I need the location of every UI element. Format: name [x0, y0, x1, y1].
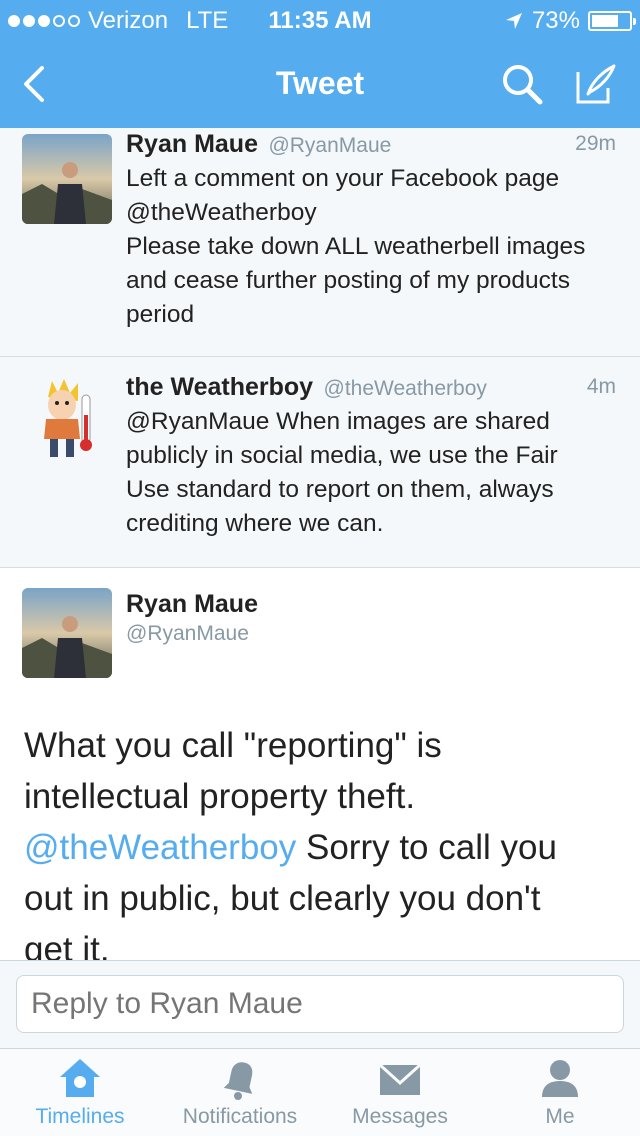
avatar[interactable] — [22, 375, 112, 465]
tweet-timestamp: 4m — [586, 375, 616, 398]
tweet-text-line: intellectual property theft. — [24, 777, 416, 816]
tweet-text-line: and cease further posting of my products — [126, 267, 570, 294]
tweet-detail: Ryan Maue @RyanMaue What you call "repor… — [0, 568, 640, 961]
tweet-text-line: Please take down ALL weatherbell images — [126, 233, 586, 260]
tab-label: Messages — [352, 1105, 448, 1128]
search-icon[interactable] — [500, 62, 544, 106]
avatar[interactable] — [22, 588, 112, 678]
tweet-item[interactable]: the Weatherboy @theWeatherboy 4m @RyanMa… — [0, 357, 640, 568]
bell-icon — [223, 1062, 253, 1100]
tweet-item[interactable]: Ryan Maue @RyanMaue 29m Left a comment o… — [0, 128, 640, 357]
tab-me[interactable]: Me — [480, 1049, 640, 1136]
tweet-text-line: @theWeatherboy Sorry to call you — [24, 822, 626, 873]
tweet-text: @RyanMaue When images are shared publicl… — [126, 405, 616, 541]
author-handle: @RyanMaue — [126, 622, 249, 645]
tweet-text-line: Use standard to report on them, always — [126, 476, 554, 503]
page-title: Tweet — [275, 65, 365, 101]
reply-input[interactable] — [16, 975, 624, 1033]
tweet-text-line: out in public, but clearly you don't — [24, 879, 541, 918]
navbar: Tweet — [0, 40, 640, 128]
person-icon — [542, 1060, 578, 1097]
tweet-text-line: @RyanMaue When images are shared — [126, 408, 550, 435]
author-handle: @theWeatherboy — [323, 377, 487, 400]
tweet-text-fragment: Sorry to call you — [296, 828, 557, 867]
tweet-text-line: What you call "reporting" is — [24, 726, 442, 765]
author-name[interactable]: Ryan Maue — [126, 590, 258, 619]
compose-icon[interactable] — [574, 62, 618, 106]
tab-label: Timelines — [35, 1105, 125, 1128]
tweet-timestamp: 29m — [575, 132, 616, 155]
avatar[interactable] — [22, 134, 112, 224]
tab-label: Me — [545, 1105, 575, 1128]
tab-bar: Timelines Notifications Messages Me — [0, 1048, 640, 1136]
reply-bar — [0, 960, 640, 1048]
tweet-text-line: get it. — [24, 930, 110, 961]
battery-percent: 73% — [531, 7, 580, 34]
tweet-text: Left a comment on your Facebook page @th… — [126, 162, 616, 332]
tweet-text-line: crediting where we can. — [126, 510, 384, 537]
tweet-text-line: period — [126, 301, 195, 328]
author-name[interactable]: Ryan Maue — [126, 130, 258, 158]
envelope-icon — [378, 1063, 422, 1095]
tab-label: Notifications — [182, 1105, 298, 1128]
home-icon — [60, 1059, 100, 1097]
tweet-text: What you call "reporting" is intellectua… — [24, 720, 626, 961]
tab-messages[interactable]: Messages — [320, 1049, 480, 1136]
tab-timelines[interactable]: Timelines — [0, 1049, 160, 1136]
tweet-text-line: Left a comment on your Facebook page — [126, 165, 560, 192]
status-bar: Verizon LTE 11:35 AM 73% — [0, 0, 640, 40]
author-name[interactable]: the Weatherboy — [126, 373, 313, 401]
header: Verizon LTE 11:35 AM 73% Tweet — [0, 0, 640, 128]
tab-notifications[interactable]: Notifications — [160, 1049, 320, 1136]
battery-icon — [588, 11, 636, 31]
author-handle: @RyanMaue — [268, 134, 392, 157]
mention-link[interactable]: @theWeatherboy — [24, 828, 296, 867]
location-arrow-icon — [505, 13, 522, 29]
tweet-text-line: publicly in social media, we use the Fai… — [126, 442, 558, 469]
tweet-text-line: @theWeatherboy — [126, 199, 317, 226]
